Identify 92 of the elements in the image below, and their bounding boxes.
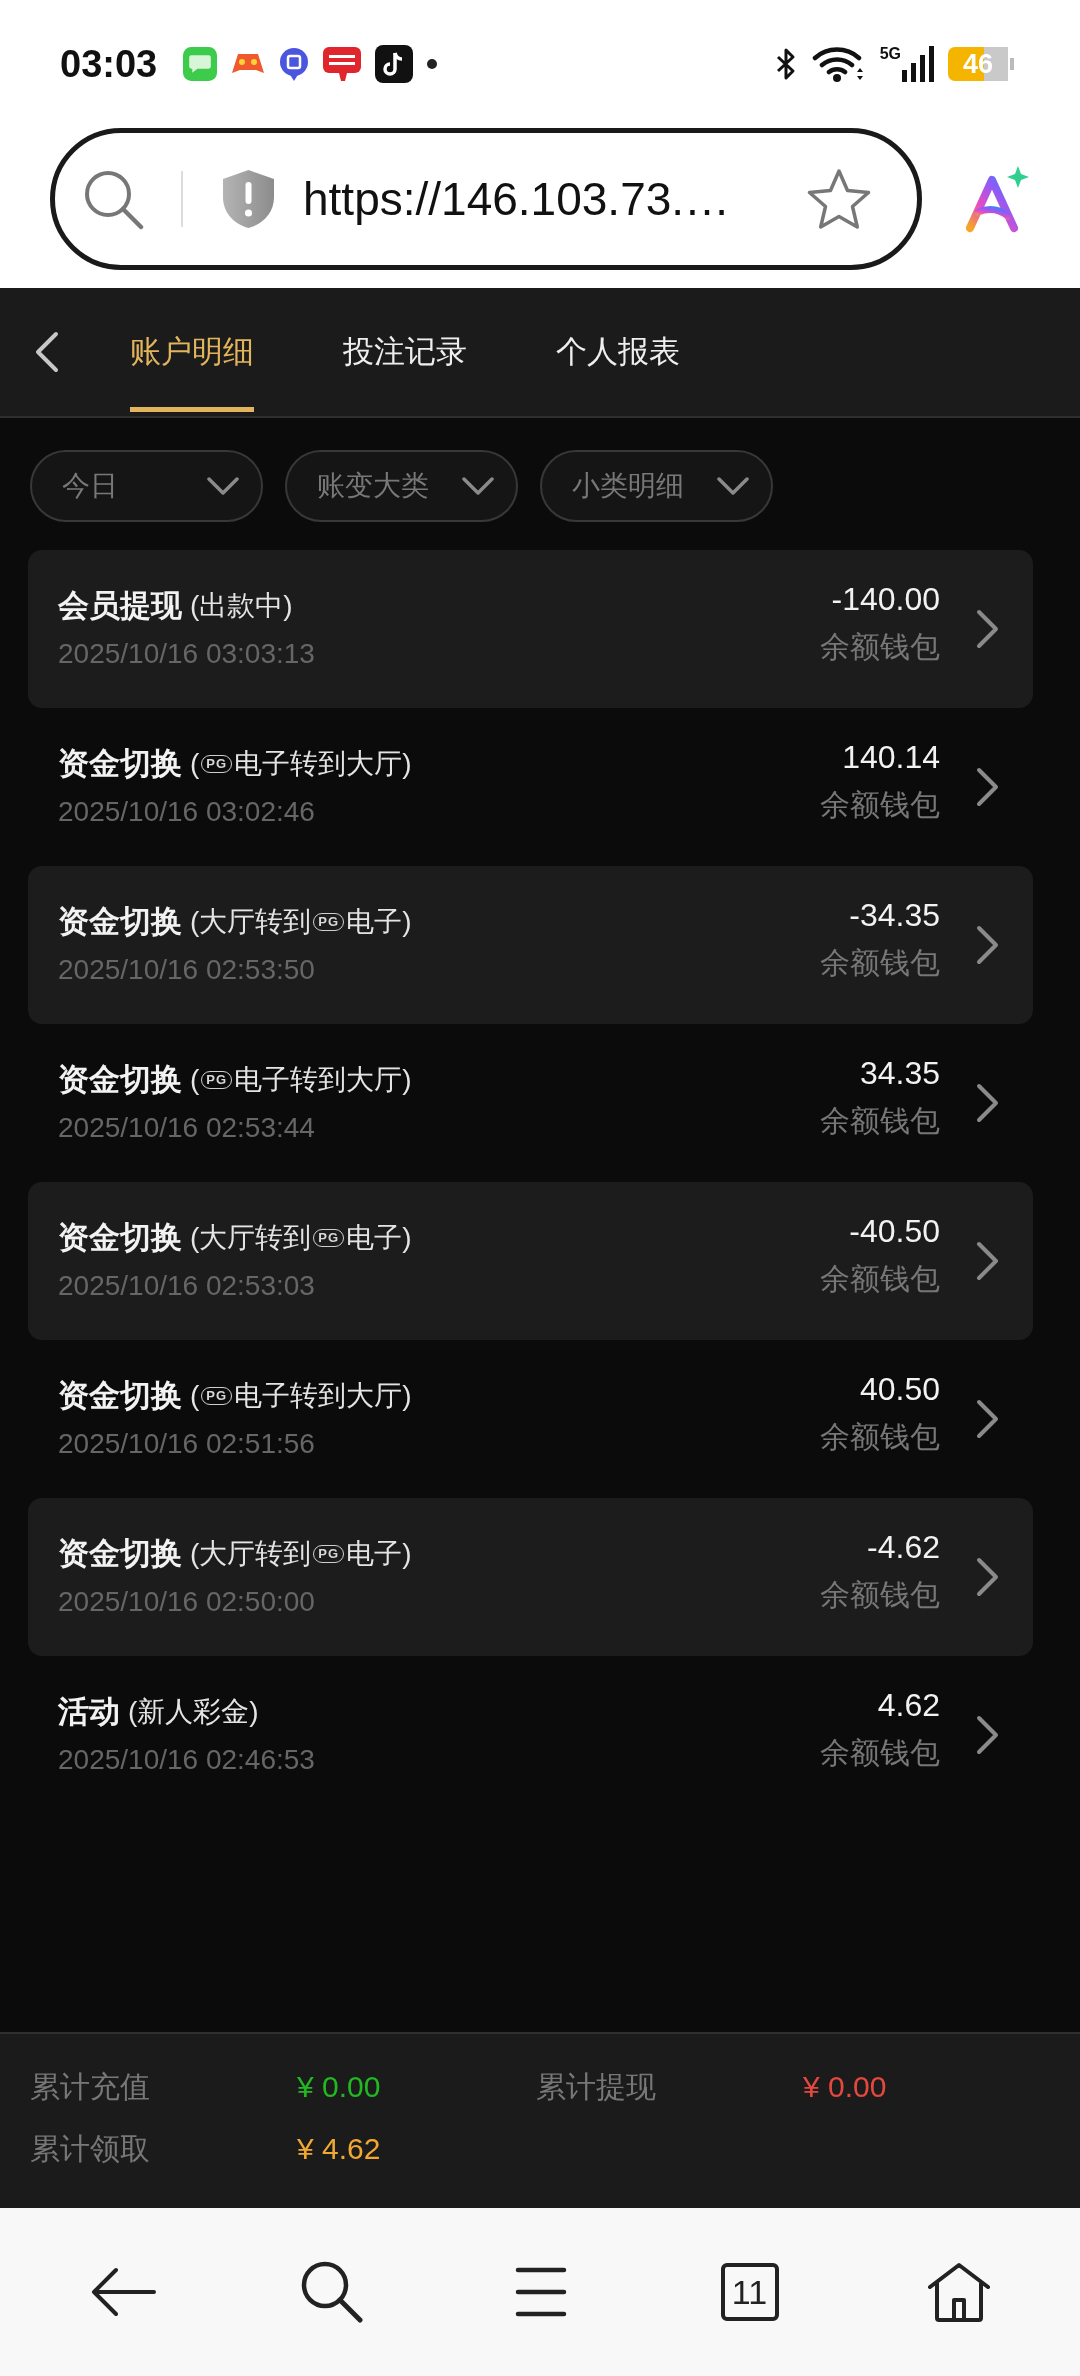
entry-date: 2025/10/16 03:02:46 [58, 795, 315, 829]
url-text[interactable]: https://146.103.73.… [303, 172, 731, 226]
home-icon[interactable] [926, 2262, 991, 2322]
entry-note: ( [190, 1380, 200, 1412]
entry-date: 2025/10/16 02:46:53 [58, 1743, 315, 1777]
chevron-right-icon[interactable] [976, 1715, 1000, 1755]
summary-value: ¥ 0.00 [803, 2070, 887, 2104]
chevron-down-icon [717, 477, 749, 495]
entry-note: 电子) [346, 1537, 412, 1571]
entry-amount: 140.14 [842, 738, 940, 777]
wallet-label: 余额钱包 [820, 787, 940, 823]
entry-amount: 40.50 [859, 1370, 940, 1409]
entry-date: 2025/10/16 02:53:03 [58, 1269, 315, 1303]
address-field[interactable]: https://146.103.73.… [50, 128, 922, 270]
filter-dropdown[interactable]: 账变大类 [285, 450, 518, 522]
status-time: 03:03 [60, 42, 158, 86]
chevron-right-icon[interactable] [976, 1557, 1000, 1597]
chevron-down-icon [462, 477, 494, 495]
entry-title: 活动 [58, 1693, 120, 1731]
back-arrow-icon[interactable] [89, 2267, 156, 2317]
wallet-label: 余额钱包 [820, 1103, 940, 1139]
menu-icon[interactable] [514, 2267, 567, 2317]
chevron-right-icon[interactable] [976, 1399, 1000, 1439]
entry-note: (新人彩金) [128, 1695, 259, 1729]
entry-note: (大厅转到 [190, 1221, 312, 1255]
pin-app-icon [279, 47, 310, 81]
wallet-label: 余额钱包 [820, 1735, 940, 1771]
entry-title: 资金切换 [58, 1219, 182, 1257]
wallet-label: 余额钱包 [820, 629, 940, 665]
back-icon[interactable] [34, 331, 60, 373]
notification-dot-icon [427, 59, 438, 69]
entry-amount: 34.35 [859, 1054, 940, 1093]
chevron-right-icon[interactable] [976, 1083, 1000, 1123]
wifi-icon [811, 45, 866, 83]
tab-count-button[interactable]: 11 [720, 2263, 779, 2321]
entry-amount: -4.62 [867, 1528, 940, 1567]
summary-label: 累计提现 [536, 2068, 656, 2105]
entry-amount: -140.00 [831, 580, 940, 619]
signal-icon [902, 46, 934, 82]
entry-date: 2025/10/16 02:50:00 [58, 1585, 315, 1619]
summary-value: ¥ 4.62 [297, 2132, 381, 2166]
entry-date: 2025/10/16 02:51:56 [58, 1427, 315, 1461]
entry-note: ( [190, 748, 200, 780]
entry-note: 电子转到大厅) [234, 747, 412, 781]
chevron-down-icon [207, 477, 239, 495]
entry-note: (出款中) [190, 589, 293, 623]
entry-date: 2025/10/16 03:03:13 [58, 637, 315, 671]
entry-amount: -40.50 [849, 1212, 940, 1251]
network-type: 5G [879, 46, 901, 62]
transaction-card[interactable]: 资金切换 (大厅转到 PG 电子) 2025/10/16 02:53:03 -40.50 余额钱包 [28, 1182, 1033, 1340]
wallet-label: 余额钱包 [820, 1261, 940, 1297]
entry-title: 会员提现 [58, 587, 182, 625]
entry-note: 电子) [346, 905, 412, 939]
music-note-app-icon [375, 45, 414, 83]
entry-date: 2025/10/16 02:53:44 [58, 1111, 315, 1145]
chevron-right-icon[interactable] [976, 1241, 1000, 1281]
card-app-icon [323, 47, 362, 81]
shield-warning-icon[interactable] [220, 168, 277, 230]
entry-title: 资金切换 [58, 1535, 182, 1573]
entry-note: 电子转到大厅) [234, 1063, 412, 1097]
entry-note: 电子转到大厅) [234, 1379, 412, 1413]
entry-note: 电子) [346, 1221, 412, 1255]
entry-title: 资金切换 [58, 745, 182, 783]
star-icon[interactable] [807, 168, 871, 230]
transaction-card[interactable]: 资金切换 (大厅转到 PG 电子) 2025/10/16 02:53:50 -34.35 余额钱包 [28, 866, 1033, 1024]
entry-title: 资金切换 [58, 1061, 182, 1099]
tab[interactable]: 投注记录 [343, 288, 467, 412]
chevron-right-icon[interactable] [976, 925, 1000, 965]
entry-amount: 4.62 [877, 1686, 940, 1725]
chevron-right-icon[interactable] [976, 767, 1000, 807]
tab[interactable]: 个人报表 [556, 288, 680, 412]
summary-value: ¥ 0.00 [297, 2070, 381, 2104]
entry-title: 资金切换 [58, 903, 182, 941]
chevron-right-icon[interactable] [976, 609, 1000, 649]
entry-title: 资金切换 [58, 1377, 182, 1415]
wallet-label: 余额钱包 [820, 945, 940, 981]
entry-amount: -34.35 [849, 896, 940, 935]
entry-note: (大厅转到 [190, 905, 312, 939]
filter-dropdown[interactable]: 小类明细 [540, 450, 773, 522]
entry-note: (大厅转到 [190, 1537, 312, 1571]
wallet-label: 余额钱包 [820, 1577, 940, 1613]
transaction-card[interactable]: 会员提现 (出款中) 2025/10/16 03:03:13 -140.00 余额钱包 [28, 550, 1033, 708]
search-icon[interactable] [300, 2261, 363, 2323]
tab[interactable]: 账户明细 [130, 288, 254, 412]
entry-note: ( [190, 1064, 200, 1096]
summary-label: 累计充值 [30, 2068, 150, 2105]
wallet-label: 余额钱包 [820, 1419, 940, 1455]
transaction-card[interactable]: 资金切换 (大厅转到 PG 电子) 2025/10/16 02:50:00 -4.62 余额钱包 [28, 1498, 1033, 1656]
entry-date: 2025/10/16 02:53:50 [58, 953, 315, 987]
chat-app-icon [183, 47, 218, 81]
summary-label: 累计领取 [30, 2130, 150, 2167]
filter-dropdown[interactable]: 今日 [30, 450, 263, 522]
